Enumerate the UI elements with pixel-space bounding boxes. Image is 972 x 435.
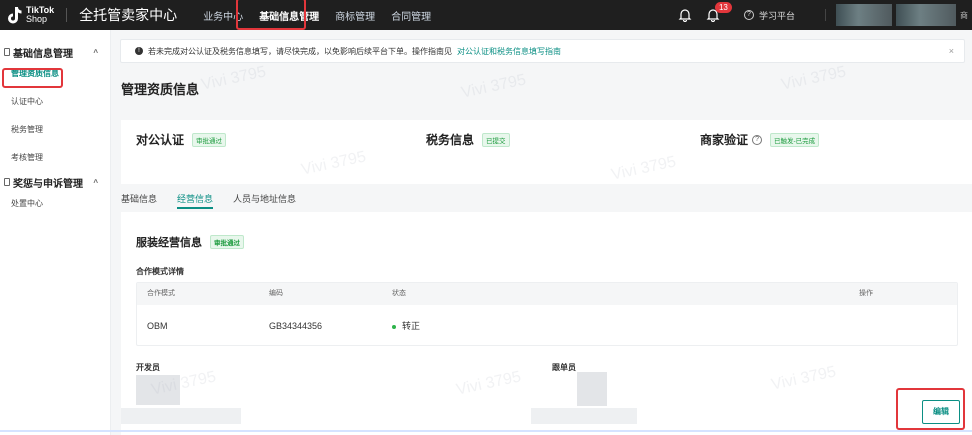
status-badge: 审批通过	[210, 235, 244, 249]
tiktok-note-icon	[8, 7, 22, 24]
developer-label: 开发员	[136, 363, 160, 372]
tab-business-info[interactable]: 经营信息	[177, 192, 214, 209]
cell-status: 转正	[392, 305, 420, 347]
status-card: 对公认证 审批通过 税务信息 已提交 商家验证 ? 已触发-已完成	[121, 120, 972, 184]
account-extra-text: 商	[960, 10, 968, 20]
blurred-account-info[interactable]	[836, 4, 892, 26]
bell-icon[interactable]	[678, 8, 692, 22]
sidebar-item-assessment-management[interactable]: 考核管理	[0, 144, 110, 172]
business-info-card: 服装经营信息 审批通过 合作模式详情 合作模式 编码 状态 操作 OBM GB3…	[121, 212, 972, 435]
table-header: 合作模式 编码 状态 操作	[137, 283, 957, 305]
chevron-up-icon: ^	[93, 177, 98, 187]
status-dot	[392, 324, 396, 329]
follower-label: 跟单员	[552, 363, 576, 372]
tiktok-shop-logo[interactable]: TikTok Shop	[6, 6, 54, 24]
sidebar: 基础信息管理 ^ 管理资质信息 认证中心 税务管理 考核管理 奖惩与申诉管理 ^…	[0, 30, 111, 435]
blurred-shop-info[interactable]	[896, 4, 956, 26]
watermark: Vivi 3795	[779, 63, 848, 94]
blurred-follower-extra	[531, 408, 637, 424]
status-badge: 审批通过	[192, 132, 227, 147]
sidebar-group-basic-info[interactable]: 基础信息管理 ^	[0, 44, 110, 60]
tabs: 基础信息 经营信息 人员与地址信息	[121, 188, 316, 209]
status-tax-info: 税务信息 已提交	[426, 131, 510, 148]
table-row: OBM GB34344356 转正	[137, 305, 957, 347]
watermark: Vivi 3795	[199, 63, 268, 94]
notification-badge: 13	[714, 2, 732, 13]
column-header: 操作	[859, 290, 873, 297]
nav-contract-management[interactable]: 合同管理	[391, 8, 431, 23]
cooperation-table: 合作模式 编码 状态 操作 OBM GB34344356 转正	[136, 282, 958, 346]
status-label: 对公认证	[136, 133, 185, 147]
watermark: Vivi 3795	[459, 71, 528, 102]
document-icon	[4, 178, 10, 186]
logo-line-2: Shop	[26, 14, 48, 24]
notice-guide-link[interactable]: 对公认证和税务信息填写指南	[457, 46, 561, 57]
tab-basic-info[interactable]: 基础信息	[121, 192, 157, 205]
sidebar-item-tax-management[interactable]: 税务管理	[0, 116, 110, 144]
notice-text: 若未完成对公认证及税务信息填写，请尽快完成，以免影响后续平台下单。操作指南见	[148, 46, 452, 56]
column-header: 合作模式	[147, 290, 175, 297]
notice-banner: ! 若未完成对公认证及税务信息填写，请尽快完成，以免影响后续平台下单。操作指南见…	[120, 39, 965, 63]
top-separator	[825, 9, 826, 21]
business-title-row: 服装经营信息 审批通过	[136, 234, 244, 250]
blurred-developer-extra	[121, 408, 241, 424]
sidebar-group-rewards-appeals[interactable]: 奖惩与申诉管理 ^	[0, 174, 110, 190]
close-icon[interactable]: ×	[949, 46, 954, 56]
status-corporate-auth: 对公认证 审批通过	[136, 131, 227, 148]
learning-platform-label: 学习平台	[758, 10, 795, 21]
question-circle-icon: ?	[743, 10, 754, 20]
highlight-box-sidebar	[2, 68, 63, 88]
sidebar-item-certification-center[interactable]: 认证中心	[0, 88, 110, 116]
brand-divider	[66, 8, 68, 22]
nav-trademark-management[interactable]: 商标管理	[335, 8, 375, 23]
status-label: 商家验证	[700, 133, 749, 147]
status-merchant-verify: 商家验证 ? 已触发-已完成	[700, 131, 820, 148]
status-badge: 已触发-已完成	[770, 132, 820, 147]
chevron-up-icon: ^	[93, 47, 98, 57]
tab-people-address[interactable]: 人员与地址信息	[233, 192, 296, 205]
cooperation-mode-subtitle: 合作模式详情	[136, 267, 184, 276]
sidebar-item-disposal-center[interactable]: 处置中心	[0, 190, 110, 218]
page-title: 管理资质信息	[121, 82, 200, 97]
document-icon	[4, 48, 10, 56]
blurred-follower-value	[577, 372, 607, 406]
business-title: 服装经营信息	[136, 237, 202, 249]
status-badge: 已提交	[482, 132, 510, 147]
notification-button[interactable]: 13	[706, 2, 732, 23]
brand-title: 全托管卖家中心	[79, 7, 178, 23]
sidebar-group-label: 基础信息管理	[13, 48, 73, 60]
cell-code: GB34344356	[269, 321, 323, 331]
column-header: 编码	[269, 290, 283, 297]
status-text: 转正	[402, 321, 421, 331]
question-circle-icon[interactable]: ?	[752, 134, 763, 145]
learning-platform-link[interactable]: ? 学习平台	[743, 9, 795, 22]
status-label: 税务信息	[426, 133, 475, 147]
blurred-developer-value	[136, 375, 180, 405]
highlight-box-edit	[896, 388, 965, 430]
info-icon: !	[135, 47, 143, 55]
main-content: ! 若未完成对公认证及税务信息填写，请尽快完成，以免影响后续平台下单。操作指南见…	[111, 30, 972, 435]
top-bar: TikTok Shop 全托管卖家中心 业务中心 基础信息管理 商标管理 合同管…	[0, 0, 972, 30]
cell-mode: OBM	[147, 321, 168, 331]
highlight-box-nav	[236, 0, 306, 30]
bottom-border	[0, 430, 972, 432]
sidebar-group-label: 奖惩与申诉管理	[13, 178, 83, 190]
column-header: 状态	[392, 290, 406, 297]
